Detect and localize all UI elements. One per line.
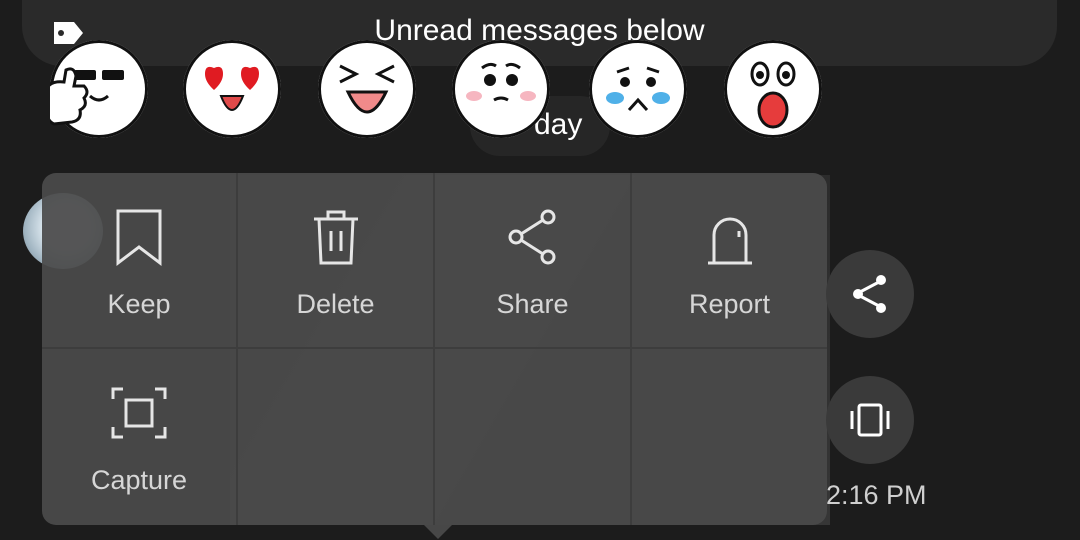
report-icon bbox=[707, 217, 752, 265]
heart-eyes-sticker[interactable] bbox=[183, 40, 281, 138]
share-icon bbox=[853, 275, 886, 313]
laughing-sticker[interactable] bbox=[318, 40, 416, 138]
menu-item-label: Keep bbox=[107, 289, 171, 319]
menu-item-share[interactable]: Share bbox=[435, 173, 632, 349]
menu-caret bbox=[424, 525, 452, 539]
pleading-sticker[interactable] bbox=[452, 40, 550, 138]
menu-item-report[interactable]: Report bbox=[632, 173, 827, 349]
thumbs-up-sticker[interactable] bbox=[50, 40, 148, 138]
crying-sticker[interactable] bbox=[589, 40, 687, 138]
menu-empty-cell bbox=[435, 349, 632, 525]
menu-item-delete[interactable]: Delete bbox=[238, 173, 435, 349]
capture-icon bbox=[111, 387, 167, 439]
share-icon bbox=[508, 209, 555, 265]
share-button[interactable] bbox=[826, 250, 914, 338]
menu-item-label: Delete bbox=[296, 289, 375, 319]
menu-item-keep[interactable]: Keep bbox=[42, 173, 238, 349]
menu-item-capture[interactable]: Capture bbox=[42, 349, 238, 525]
menu-empty-cell bbox=[632, 349, 827, 525]
menu-empty-cell bbox=[238, 349, 435, 525]
bookmark-icon bbox=[116, 209, 162, 267]
vibrate-button[interactable] bbox=[826, 376, 914, 464]
menu-item-label: Capture bbox=[90, 465, 188, 495]
menu-item-label: Report bbox=[688, 289, 771, 319]
shocked-sticker[interactable] bbox=[724, 40, 822, 138]
message-timestamp: 2:16 PM bbox=[826, 480, 927, 510]
vibrate-icon bbox=[850, 403, 890, 437]
menu-item-label: Share bbox=[496, 289, 569, 319]
message-context-menu: Keep Delete Share Report Capture bbox=[42, 173, 827, 539]
trash-icon bbox=[313, 210, 358, 265]
